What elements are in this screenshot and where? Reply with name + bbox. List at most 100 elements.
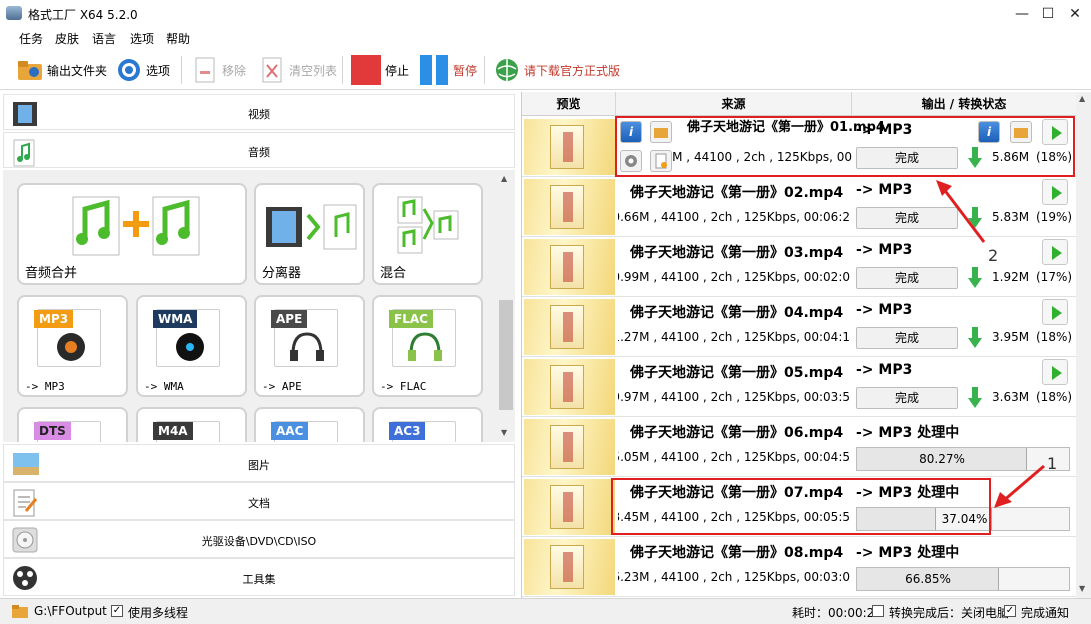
output-percent: (19%) [1036,210,1073,224]
download-button[interactable]: 请下载官方正式版 [493,55,620,85]
scroll-up-icon[interactable]: ▲ [501,174,507,183]
category-image-label: 图片 [248,459,270,472]
stop-button[interactable]: 停止 [350,55,409,85]
options-label: 选项 [146,63,171,78]
pause-label: 暂停 [453,63,478,78]
video-thumbnail [524,359,615,415]
shutdown-label: 转换完成后：关闭电脑 [889,606,1010,620]
source-info: 25.05M , 44100 , 2ch , 125Kbps, 00:04:5 [618,450,850,464]
task-row[interactable]: 佛子天地游记《第一册》04.mp4 21.27M , 44100 , 2ch , … [522,297,1076,357]
mix-tile[interactable]: 混合 [372,183,483,285]
pause-button[interactable]: 暂停 [418,55,477,85]
ape-tile[interactable]: APE -> APE [254,295,365,397]
shutdown-checkbox[interactable] [872,605,884,617]
ape-label: -> APE [262,380,302,393]
video-thumbnail [524,239,615,295]
category-audio[interactable]: 音频 [3,132,515,168]
options-button[interactable]: 选项 [115,55,170,85]
category-video[interactable]: 视频 [3,94,515,130]
menu-language[interactable]: 语言 [92,30,116,47]
video-thumbnail [524,479,615,535]
output-target: -> MP3 [856,362,913,378]
play-button[interactable] [1042,239,1068,265]
aac-tag: AAC [271,422,309,440]
output-percent: (18%) [1036,330,1073,344]
output-folder-label: 输出文件夹 [47,63,108,78]
source-info: 36.23M , 44100 , 2ch , 125Kbps, 00:03:0 [618,570,850,584]
dts-tile[interactable]: DTS [17,407,128,442]
ape-tag: APE [271,310,308,328]
category-disc-label: 光驱设备\DVD\CD\ISO [201,535,317,548]
category-tools[interactable]: 工具集 [3,558,515,596]
close-button[interactable]: ✕ [1061,4,1089,24]
category-image[interactable]: 图片 [3,444,515,482]
status-done-button[interactable]: 完成 [856,387,958,409]
size-reduction-arrow-icon [968,327,982,348]
play-button[interactable] [1042,299,1068,325]
source-filename: 佛子天地游记《第一册》08.mp4 [630,545,844,561]
clear-list-button[interactable]: 清空列表 [258,55,337,85]
output-percent: (17%) [1036,270,1073,284]
play-button[interactable] [1042,179,1068,205]
scroll-down-icon[interactable]: ▼ [501,428,507,437]
source-info: 21.27M , 44100 , 2ch , 125Kbps, 00:04:1 [618,330,850,344]
output-size: 1.92M [992,270,1030,284]
category-disc[interactable]: 光驱设备\DVD\CD\ISO [3,520,515,558]
annotation-label-2: 2 [988,246,999,265]
multithread-label: 使用多线程 [128,606,189,620]
audio-tools-grid: 音频合并 分离器 混合 MP3 -> MP3 WMA -> WMA APE ->… [3,170,497,442]
source-filename: 佛子天地游记《第一册》04.mp4 [630,305,844,321]
menu-task[interactable]: 任务 [19,30,43,47]
header-source[interactable]: 来源 [616,92,852,116]
task-row[interactable]: 佛子天地游记《第一册》08.mp4 36.23M , 44100 , 2ch , … [522,537,1076,597]
disc-icon [176,333,204,361]
splitter-tile[interactable]: 分离器 [254,183,365,285]
remove-button[interactable]: 移除 [191,55,246,85]
video-thumbnail [524,299,615,355]
header-output[interactable]: 输出 / 转换状态 [852,92,1076,116]
source-filename: 佛子天地游记《第一册》03.mp4 [630,245,844,261]
aac-tile[interactable]: AAC [254,407,365,442]
output-folder-button[interactable]: 输出文件夹 [16,55,107,85]
audio-merge-tile[interactable]: 音频合并 [17,183,247,285]
notify-checkbox[interactable]: ✓ [1004,605,1016,617]
tools-scrollbar[interactable]: ▲ ▼ [497,170,515,442]
task-scroll-up-icon[interactable]: ▲ [1079,94,1085,103]
minimize-button[interactable]: — [1008,4,1036,24]
header-preview[interactable]: 预览 [522,92,616,116]
mp3-tile[interactable]: MP3 -> MP3 [17,295,128,397]
output-target: -> MP3 处理中 [856,425,960,441]
task-table-header: 预览 来源 输出 / 转换状态 [522,92,1076,116]
menu-help[interactable]: 帮助 [166,30,190,47]
scroll-thumb[interactable] [499,300,513,410]
app-icon [6,6,22,20]
ac3-tile[interactable]: AC3 [372,407,483,442]
speaker-icon [57,333,85,361]
flac-tile[interactable]: FLAC -> FLAC [372,295,483,397]
headphones-green-icon [408,332,442,361]
m4a-tile[interactable]: M4A [136,407,247,442]
task-row[interactable]: 佛子天地游记《第一册》05.mp4 19.97M , 44100 , 2ch , … [522,357,1076,417]
multithread-checkbox[interactable]: ✓ [111,605,123,617]
wma-tile[interactable]: WMA -> WMA [136,295,247,397]
maximize-button[interactable]: ☐ [1034,4,1062,24]
task-row[interactable]: 佛子天地游记《第一册》02.mp4 30.66M , 44100 , 2ch , … [522,177,1076,237]
menu-skin[interactable]: 皮肤 [55,30,79,47]
flac-label: -> FLAC [380,380,427,393]
mix-label: 混合 [380,266,407,281]
status-done-button[interactable]: 完成 [856,267,958,289]
category-video-label: 视频 [248,108,270,121]
source-filename: 佛子天地游记《第一册》05.mp4 [630,365,844,381]
ac3-tag: AC3 [389,422,426,440]
task-scroll-down-icon[interactable]: ▼ [1079,584,1085,593]
play-button[interactable] [1042,359,1068,385]
task-list-scrollbar[interactable]: ▲ ▼ [1076,92,1091,598]
video-thumbnail [524,419,615,475]
elapsed-time: 耗时：00:00:21 [792,606,882,620]
audio-merge-icon [72,196,200,256]
status-done-button[interactable]: 完成 [856,327,958,349]
menu-options[interactable]: 选项 [130,30,154,47]
source-info: 30.66M , 44100 , 2ch , 125Kbps, 00:06:2 [618,210,850,224]
output-path[interactable]: G:\FFOutput [34,604,107,618]
category-document[interactable]: 文档 [3,482,515,520]
